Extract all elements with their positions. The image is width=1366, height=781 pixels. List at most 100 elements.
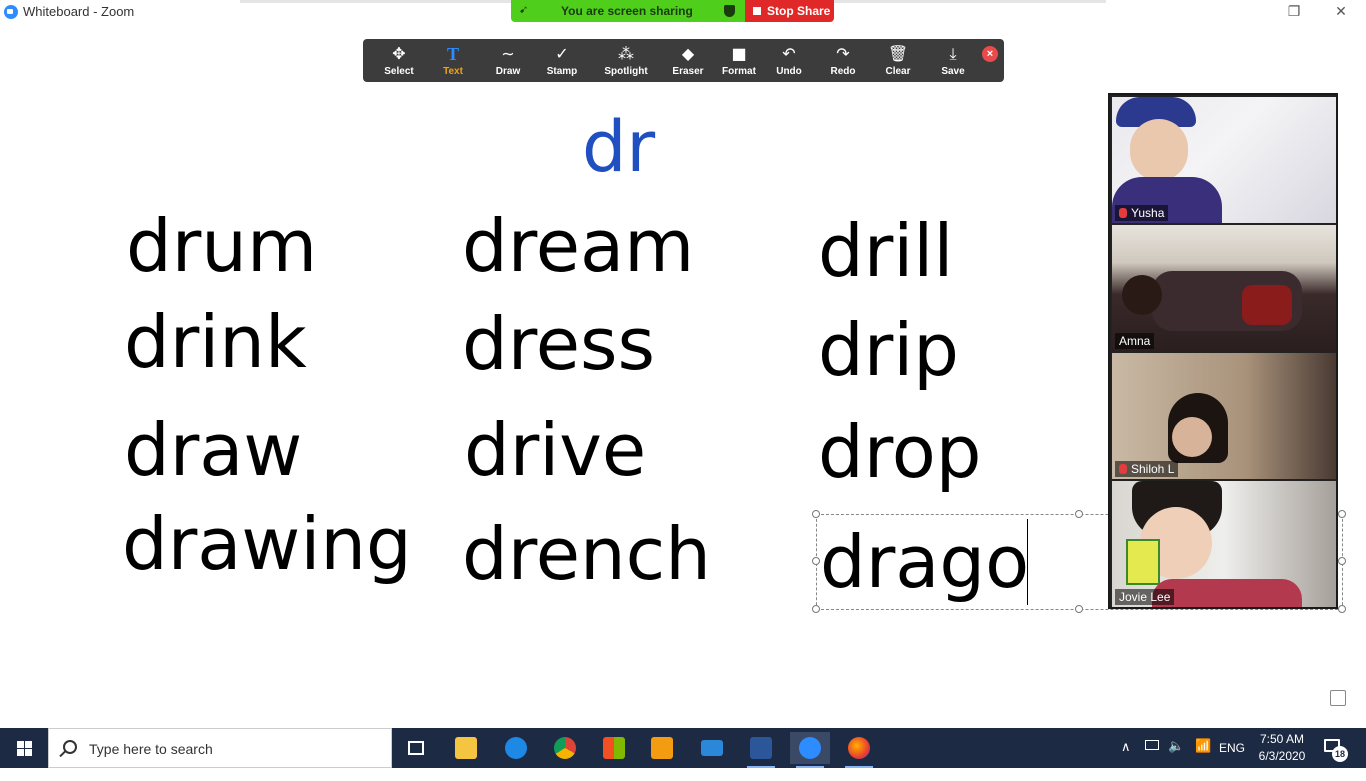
- resize-handle[interactable]: [1338, 557, 1346, 565]
- language-indicator[interactable]: ENG: [1219, 741, 1245, 781]
- folder-icon: [455, 737, 477, 759]
- participant-juice-box: [1126, 539, 1160, 585]
- search-icon: [63, 740, 77, 754]
- word-icon: [750, 737, 772, 759]
- restore-icon[interactable]: ❐: [1284, 2, 1304, 22]
- tool-label: Save: [941, 66, 965, 77]
- whiteboard-heading: dr: [582, 106, 656, 188]
- whiteboard-word[interactable]: drive: [464, 414, 646, 486]
- resize-handle[interactable]: [1338, 605, 1346, 613]
- tool-undo[interactable]: ↶ Undo: [761, 39, 817, 82]
- tool-eraser[interactable]: ◆ Eraser: [660, 39, 716, 82]
- video-tile-shiloh[interactable]: Shiloh L: [1112, 353, 1336, 479]
- start-button[interactable]: [0, 728, 48, 768]
- whiteboard-word[interactable]: dress: [462, 308, 655, 380]
- clock-date: 6/3/2020: [1258, 749, 1306, 763]
- wifi-icon[interactable]: 📶: [1195, 738, 1211, 778]
- tool-redo[interactable]: ↷ Redo: [815, 39, 871, 82]
- resize-handle[interactable]: [812, 557, 820, 565]
- zoom-logo-icon: [4, 5, 18, 19]
- mail-button[interactable]: [692, 732, 732, 764]
- task-view-button[interactable]: [396, 732, 436, 764]
- search-placeholder: Type here to search: [89, 741, 213, 757]
- resize-handle[interactable]: [812, 605, 820, 613]
- volume-icon[interactable]: 🔈: [1168, 738, 1184, 778]
- tool-select[interactable]: ✥ Select: [371, 39, 427, 82]
- tool-label: Format: [722, 66, 756, 77]
- sharing-status-text: You are screen sharing: [561, 4, 693, 18]
- whiteboard-word[interactable]: drum: [126, 210, 317, 282]
- whiteboard-word[interactable]: drill: [818, 215, 953, 287]
- resize-handle[interactable]: [1075, 510, 1083, 518]
- close-toolbar-icon[interactable]: ×: [982, 46, 998, 62]
- store-icon: [603, 737, 625, 759]
- action-center-button[interactable]: 18: [1322, 738, 1348, 762]
- whiteboard-word[interactable]: dream: [462, 210, 694, 282]
- trash-icon: 🗑: [887, 44, 909, 63]
- text-icon: T: [446, 44, 459, 64]
- tool-label: Select: [384, 66, 414, 77]
- windows-logo-icon: [17, 741, 32, 756]
- tool-stamp[interactable]: ✓ Stamp: [534, 39, 590, 82]
- taskbar-search-box[interactable]: Type here to search: [48, 728, 392, 768]
- edge-button[interactable]: [496, 732, 536, 764]
- zoom-icon: [799, 737, 821, 759]
- undo-icon: ↶: [782, 44, 796, 63]
- system-clock[interactable]: 7:50 AM 6/3/2020: [1252, 731, 1312, 765]
- tool-label: Spotlight: [604, 66, 648, 77]
- screen-sharing-indicator[interactable]: ➹ You are screen sharing: [511, 0, 745, 22]
- video-editor-button[interactable]: [642, 732, 682, 764]
- whiteboard-word[interactable]: drench: [462, 518, 711, 590]
- task-view-icon: [408, 741, 424, 755]
- firefox-icon: [848, 737, 870, 759]
- whiteboard-word[interactable]: drawing: [122, 508, 412, 580]
- eraser-icon: ◆: [681, 44, 695, 63]
- video-tile-jovie[interactable]: Jovie Lee: [1112, 481, 1336, 607]
- tool-label: Clear: [885, 66, 911, 77]
- video-editor-icon: [651, 737, 673, 759]
- shield-icon: [724, 5, 735, 17]
- tool-text[interactable]: T Text: [425, 39, 481, 82]
- windows-taskbar: Type here to search ∧ 🔈 📶 ENG 7:50 AM 6/…: [0, 728, 1366, 768]
- participant-face: [1172, 417, 1212, 457]
- whiteboard-word[interactable]: drink: [124, 306, 307, 378]
- resize-handle[interactable]: [1075, 605, 1083, 613]
- tool-label: Eraser: [672, 66, 704, 77]
- tool-spotlight[interactable]: ⁂ Spotlight: [598, 39, 654, 82]
- text-caret: [1027, 519, 1028, 605]
- word-button[interactable]: [741, 732, 781, 768]
- tool-clear[interactable]: 🗑 Clear: [870, 39, 926, 82]
- video-tile-amna[interactable]: Amna: [1112, 225, 1336, 351]
- chrome-button[interactable]: [545, 732, 585, 764]
- spotlight-icon: ⁂: [618, 44, 634, 63]
- editing-text-input[interactable]: drago: [820, 526, 1029, 598]
- tool-format[interactable]: ■ Format: [711, 39, 767, 82]
- firefox-button[interactable]: [839, 732, 879, 768]
- close-window-icon[interactable]: ✕: [1331, 2, 1351, 22]
- battery-icon[interactable]: [1145, 740, 1159, 750]
- tool-draw[interactable]: ∼ Draw: [480, 39, 536, 82]
- select-icon: ✥: [392, 44, 406, 63]
- whiteboard-word[interactable]: drip: [818, 314, 959, 386]
- stop-share-button[interactable]: Stop Share: [745, 0, 834, 22]
- participant-name-tag: Shiloh L: [1115, 461, 1179, 477]
- whiteboard-word[interactable]: draw: [124, 414, 302, 486]
- resize-handle[interactable]: [1338, 510, 1346, 518]
- tool-label: Stamp: [546, 66, 578, 77]
- store-button[interactable]: [594, 732, 634, 764]
- new-whiteboard-icon[interactable]: [1330, 690, 1346, 706]
- video-tile-yusha[interactable]: Yusha: [1112, 97, 1336, 223]
- notification-count-badge: 18: [1332, 746, 1348, 762]
- resize-handle[interactable]: [812, 510, 820, 518]
- stop-icon: [753, 7, 761, 15]
- file-explorer-button[interactable]: [446, 732, 486, 764]
- zoom-whiteboard-window: Whiteboard - Zoom ❐ ✕ ➹ You are screen s…: [0, 0, 1366, 728]
- tool-save[interactable]: ⤓ Save: [925, 39, 981, 82]
- participant-name-tag: Amna: [1115, 333, 1155, 349]
- zoom-button[interactable]: [790, 732, 830, 768]
- muted-mic-icon: [1119, 464, 1127, 474]
- participant-video-panel[interactable]: Yusha Amna Shiloh L Jovie Lee: [1108, 93, 1338, 609]
- share-arrow-icon: ➹: [519, 4, 529, 16]
- whiteboard-word[interactable]: drop: [818, 416, 981, 488]
- show-hidden-icons-chevron-icon[interactable]: ∧: [1121, 739, 1131, 779]
